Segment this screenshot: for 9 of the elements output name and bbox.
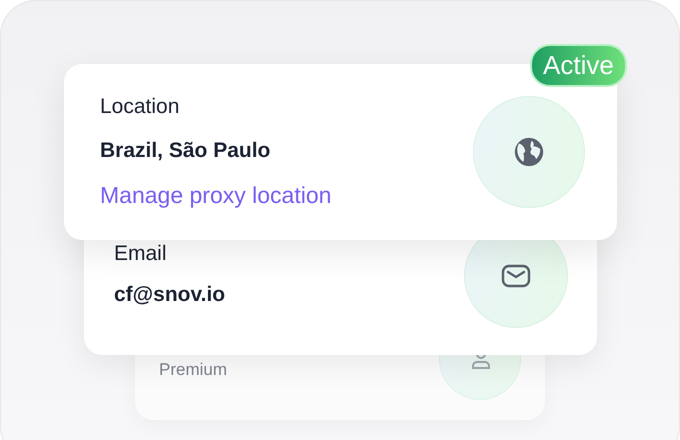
globe-icon [512,135,546,169]
location-label: Location [100,95,180,119]
status-badge: Active [530,44,627,87]
plan-name: Premium [159,360,228,380]
email-value: cf@snov.io [114,283,226,307]
manage-location-link[interactable]: Manage proxy location [100,182,332,209]
email-label: Email [114,242,167,266]
location-value: Brazil, São Paulo [100,139,270,163]
envelope-icon [501,264,531,288]
